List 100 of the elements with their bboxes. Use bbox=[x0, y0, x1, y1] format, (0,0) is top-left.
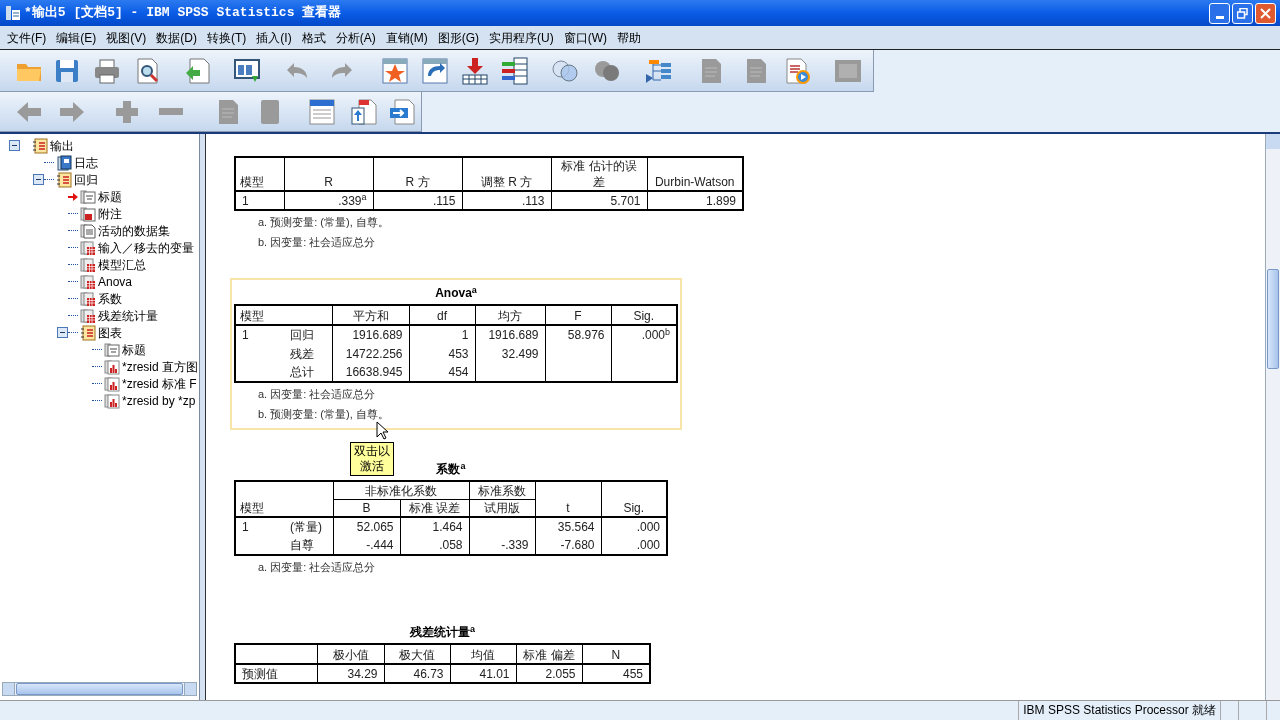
column-header: 模型 bbox=[240, 309, 264, 323]
footnote: a. 预测变量: (常量), 自尊。 bbox=[258, 215, 390, 230]
column-header: 标准系数 bbox=[478, 483, 526, 498]
outline-item[interactable]: 模型汇总 bbox=[98, 255, 146, 274]
notebook-icon bbox=[80, 324, 96, 341]
menu-item[interactable]: 图形(G) bbox=[432, 28, 484, 47]
outline-item[interactable]: Anova bbox=[98, 272, 133, 291]
table-title: Anova$^{a}$ bbox=[435, 284, 477, 302]
close-button[interactable] bbox=[1255, 2, 1276, 24]
outline-item[interactable]: *zresid by *zp bbox=[122, 391, 196, 410]
tooltip: 双击以激活 bbox=[350, 442, 394, 476]
table-cell: .000 bbox=[636, 520, 660, 534]
outline-item[interactable]: 残差统计量 bbox=[98, 306, 158, 325]
table-cell: 32.499 bbox=[501, 346, 539, 361]
vertical-scrollbar[interactable] bbox=[1265, 134, 1280, 700]
outline-item[interactable]: 图表 bbox=[98, 323, 122, 342]
outline-item[interactable]: *zresid 直方图 bbox=[122, 357, 198, 376]
menu-item[interactable]: 编辑(E) bbox=[51, 28, 102, 47]
menu-item[interactable]: 直销(M) bbox=[380, 28, 433, 47]
chart-page-icon bbox=[104, 358, 120, 375]
column-header: Durbin-Watson bbox=[654, 174, 735, 190]
dropdown-doc-icon[interactable] bbox=[307, 96, 337, 127]
column-header: 试用版 bbox=[484, 501, 520, 515]
menu-item[interactable]: 实用程序(U) bbox=[484, 28, 559, 47]
table-cell: 35.564 bbox=[557, 520, 595, 534]
table-cell: 1916.689 bbox=[488, 328, 539, 342]
column-header: 平方和 bbox=[352, 309, 389, 323]
outline-item[interactable]: 活动的数据集 bbox=[98, 221, 170, 240]
column-header: 标准 估计的误差 bbox=[560, 158, 638, 190]
title-page-icon bbox=[104, 341, 120, 358]
outline-item[interactable]: 输入／移去的变量 bbox=[98, 238, 194, 257]
row-label: 1 bbox=[242, 328, 249, 342]
table-cell: 41.01 bbox=[479, 666, 510, 681]
table-title: 残差统计量$^{a}$ bbox=[410, 623, 475, 641]
footnote: a. 因变量: 社会适应总分 bbox=[258, 560, 377, 575]
table-cell: 1916.689 bbox=[352, 328, 403, 342]
footnote: a. 因变量: 社会适应总分 bbox=[258, 387, 377, 402]
minimize-button[interactable] bbox=[1209, 2, 1230, 24]
column-header: B bbox=[362, 501, 371, 515]
table-cell: 16638.945 bbox=[345, 365, 403, 379]
star-table-icon[interactable] bbox=[380, 55, 410, 86]
outline-item[interactable]: 附注 bbox=[98, 204, 122, 223]
row-label: (常量) bbox=[290, 520, 322, 534]
menu-item[interactable]: 窗口(W) bbox=[558, 28, 612, 47]
menu-item[interactable]: 数据(D) bbox=[151, 28, 202, 47]
outline-item[interactable]: 标题 bbox=[98, 187, 122, 206]
text-page-icon bbox=[80, 222, 96, 239]
column-header: 均值 bbox=[471, 648, 495, 662]
menu-item[interactable]: 转换(T) bbox=[202, 28, 252, 47]
restore-icon bbox=[1237, 7, 1248, 19]
outline-item[interactable]: 输出 bbox=[50, 136, 74, 155]
column-header: F bbox=[574, 309, 582, 323]
menu-item[interactable]: 文件(F) bbox=[2, 28, 52, 47]
outline-item[interactable]: 日志 bbox=[74, 153, 98, 172]
menu-item[interactable]: 插入(I) bbox=[251, 28, 297, 47]
table-cell: 46.73 bbox=[413, 666, 444, 681]
outline-item[interactable]: *zresid 标准 F bbox=[122, 374, 197, 393]
column-header: R 方 bbox=[404, 174, 431, 190]
table-cell: 2.055 bbox=[545, 666, 576, 681]
pages-icon[interactable] bbox=[349, 96, 379, 127]
column-header: Sig. bbox=[623, 501, 645, 515]
column-header: df bbox=[437, 309, 447, 323]
chart-page-icon bbox=[104, 392, 120, 409]
table-cell: 14722.256 bbox=[345, 346, 403, 361]
menu-item[interactable]: 帮助 bbox=[612, 28, 646, 47]
row-label: 自尊 bbox=[290, 538, 314, 552]
table-page-icon bbox=[80, 256, 96, 273]
menu-item[interactable]: 格式 bbox=[296, 28, 331, 47]
window-title: *输出5 [文档5] - IBM SPSS Statistics 查看器 bbox=[24, 4, 342, 23]
restore-button[interactable] bbox=[1232, 2, 1253, 24]
table-cell: 5.701 bbox=[610, 193, 641, 208]
row-label: 残差 bbox=[290, 346, 314, 361]
table-page-icon bbox=[80, 273, 96, 290]
notebook-icon bbox=[56, 171, 72, 188]
split-icon[interactable] bbox=[500, 55, 530, 86]
menu-item[interactable]: 分析(A) bbox=[330, 28, 381, 47]
table-cell: 52.065 bbox=[356, 520, 394, 534]
column-header: 标准 偏差 bbox=[523, 648, 575, 662]
row-label: 回归 bbox=[290, 328, 314, 342]
goto-table-icon[interactable] bbox=[420, 55, 450, 86]
table-cell: .058 bbox=[439, 538, 463, 552]
table-cell: .115 bbox=[433, 193, 456, 208]
footnote: b. 因变量: 社会适应总分 bbox=[258, 235, 377, 250]
doc-arrow-icon[interactable] bbox=[387, 96, 417, 127]
column-header: 极大值 bbox=[399, 648, 435, 662]
outline-item[interactable]: 回归 bbox=[74, 170, 98, 189]
mouse-cursor-icon bbox=[376, 421, 388, 440]
menu-item[interactable]: 视图(V) bbox=[101, 28, 152, 47]
outline-item[interactable]: 系数 bbox=[98, 289, 122, 308]
collapse-icon[interactable] bbox=[8, 140, 20, 151]
outline-item[interactable]: 标题 bbox=[122, 340, 146, 359]
insert-var-icon[interactable] bbox=[460, 55, 490, 86]
title-page-icon bbox=[80, 188, 96, 205]
collapse-icon[interactable] bbox=[32, 174, 44, 185]
column-header: 标准 误差 bbox=[408, 501, 461, 515]
selected-frame[interactable]: Anova$^{a}$ 模型 平方和 df 均方 F Sig. 1 回归 1916.689 1 1916.689 58.976 .000$^{b}$ 残差 14722.256 453 32.499 总计 16638.945 454 a. 因变量: 社会适应总分 b. 预测变量: (常量), 自尊。 bbox=[230, 278, 682, 430]
collapse-icon[interactable] bbox=[56, 327, 68, 338]
horizontal-scrollbar[interactable] bbox=[2, 682, 197, 696]
table-cell: 1.464 bbox=[432, 520, 463, 534]
table-page-icon bbox=[80, 290, 96, 307]
